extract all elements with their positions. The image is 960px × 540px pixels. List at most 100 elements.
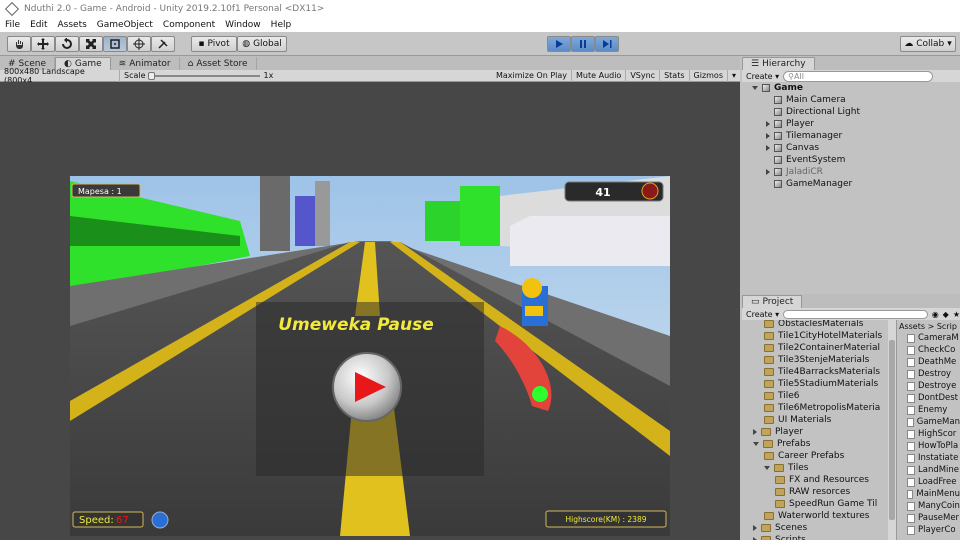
project-file-item[interactable]: PauseMer: [897, 512, 960, 524]
project-file-item[interactable]: DeathMe: [897, 356, 960, 368]
hierarchy-item-tilemanager[interactable]: Tilemanager: [766, 130, 842, 142]
project-folder-item[interactable]: Tile6MetropolisMateria: [764, 402, 880, 414]
hierarchy-item-player[interactable]: Player: [766, 118, 814, 130]
project-scrollbar[interactable]: [888, 320, 896, 540]
menu-edit[interactable]: Edit: [30, 20, 47, 30]
expand-arrow-icon[interactable]: [753, 525, 757, 531]
hierarchy-item-canvas[interactable]: Canvas: [766, 142, 819, 154]
project-folder-item[interactable]: Tiles: [764, 462, 808, 474]
project-file-item[interactable]: DontDest: [897, 392, 960, 404]
project-folder-item[interactable]: Prefabs: [753, 438, 810, 450]
project-search-input[interactable]: [783, 309, 928, 319]
menu-file[interactable]: File: [5, 20, 20, 30]
scale-slider-thumb[interactable]: [147, 71, 155, 80]
collab-button[interactable]: ☁ Collab ▾: [900, 36, 956, 52]
tab-asset-store[interactable]: ⌂ Asset Store: [180, 57, 257, 70]
tab-animator[interactable]: ≋ Animator: [111, 57, 180, 70]
project-folder-item[interactable]: Player: [753, 426, 803, 438]
pivot-toggle[interactable]: ▪ Pivot: [191, 36, 237, 52]
label-icon[interactable]: ◆: [943, 310, 949, 319]
project-folder-item[interactable]: Tile3StenjeMaterials: [764, 354, 869, 366]
folder-icon: [763, 440, 773, 448]
scale-tool-button[interactable]: [79, 36, 103, 52]
project-folder-item[interactable]: Waterworld textures: [764, 510, 869, 522]
project-folder-item[interactable]: FX and Resources: [775, 474, 869, 486]
project-file-item[interactable]: ManyCoin: [897, 500, 960, 512]
menu-gameobject[interactable]: GameObject: [97, 20, 153, 30]
gizmos-dropdown[interactable]: Gizmos: [690, 69, 728, 82]
project-file-item[interactable]: LoadFree: [897, 476, 960, 488]
scale-slider-track[interactable]: [147, 71, 260, 80]
scale-slider[interactable]: Scale 1x: [120, 70, 280, 82]
step-button[interactable]: [595, 36, 619, 52]
play-button[interactable]: [547, 36, 571, 52]
expand-arrow-icon[interactable]: [753, 442, 759, 446]
project-file-item[interactable]: Destroy: [897, 368, 960, 380]
boost-button[interactable]: [151, 511, 169, 529]
project-breadcrumb[interactable]: Assets > Scrip: [897, 320, 960, 332]
project-file-item[interactable]: PlayerCo: [897, 524, 960, 536]
project-folder-item[interactable]: Tile2ContainerMaterial: [764, 342, 880, 354]
project-folder-item[interactable]: UI Materials: [764, 414, 831, 426]
menu-component[interactable]: Component: [163, 20, 215, 30]
project-file-item[interactable]: MainMenu: [897, 488, 960, 500]
menu-window[interactable]: Window: [225, 20, 261, 30]
expand-arrow-icon[interactable]: [764, 466, 770, 470]
pause-button[interactable]: [571, 36, 595, 52]
hierarchy-search-input[interactable]: ⚲All: [783, 70, 934, 82]
hierarchy-item-jaladicr[interactable]: JaladiCR: [766, 166, 823, 178]
star-icon[interactable]: ★: [953, 310, 960, 319]
expand-arrow-icon[interactable]: [766, 145, 770, 151]
project-folder-item[interactable]: Scripts: [753, 534, 806, 540]
hierarchy-item-gamemanager[interactable]: GameManager: [774, 178, 852, 190]
filter-icon[interactable]: ◉: [932, 310, 939, 319]
project-file-item[interactable]: Enemy: [897, 404, 960, 416]
hierarchy-item-directional-light[interactable]: Directional Light: [774, 106, 860, 118]
hierarchy-item-eventsystem[interactable]: EventSystem: [774, 154, 845, 166]
rect-tool-button[interactable]: [103, 36, 127, 52]
global-toggle[interactable]: ◍ Global: [237, 36, 287, 52]
project-folder-item[interactable]: Tile4BarracksMaterials: [764, 366, 880, 378]
maximize-on-play-toggle[interactable]: Maximize On Play: [492, 69, 573, 82]
vsync-toggle[interactable]: VSync: [626, 69, 661, 82]
hierarchy-create-button[interactable]: Create ▾: [746, 72, 779, 81]
mute-audio-toggle[interactable]: Mute Audio: [572, 69, 627, 82]
expand-arrow-icon[interactable]: [752, 86, 758, 90]
hierarchy-item-main-camera[interactable]: Main Camera: [774, 94, 846, 106]
menu-help[interactable]: Help: [271, 20, 292, 30]
project-file-item[interactable]: Instatiate: [897, 452, 960, 464]
expand-arrow-icon[interactable]: [766, 121, 770, 127]
transform-tool-button[interactable]: [127, 36, 151, 52]
project-file-item[interactable]: Destroye: [897, 380, 960, 392]
project-folder-item[interactable]: Tile6: [764, 390, 800, 402]
move-tool-button[interactable]: [31, 36, 55, 52]
resolution-dropdown[interactable]: 800x480 Landscape (800x4: [0, 67, 120, 85]
project-folder-item[interactable]: ObstaclesMaterials: [764, 320, 863, 330]
hierarchy-root-game[interactable]: Game: [752, 82, 803, 94]
project-file-item[interactable]: HighScor: [897, 428, 960, 440]
project-scrollbar-thumb[interactable]: [889, 340, 895, 520]
rotate-tool-button[interactable]: [55, 36, 79, 52]
project-create-button[interactable]: Create ▾: [746, 310, 779, 319]
expand-arrow-icon[interactable]: [766, 169, 770, 175]
expand-arrow-icon[interactable]: [753, 429, 757, 435]
project-file-item[interactable]: CameraM: [897, 332, 960, 344]
project-folder-item[interactable]: Career Prefabs: [764, 450, 844, 462]
project-folder-item[interactable]: SpeedRun Game Til: [775, 498, 877, 510]
project-file-item[interactable]: CheckCo: [897, 344, 960, 356]
menu-assets[interactable]: Assets: [58, 20, 87, 30]
hand-tool-button[interactable]: [7, 36, 31, 52]
project-folder-item[interactable]: Tile1CityHotelMaterials: [764, 330, 882, 342]
project-folder-item[interactable]: Tile5StadiumMaterials: [764, 378, 878, 390]
stats-toggle[interactable]: Stats: [660, 69, 690, 82]
gizmos-chevron-icon[interactable]: ▾: [728, 70, 740, 82]
project-folder-item[interactable]: RAW resorces: [775, 486, 850, 498]
project-folder-item[interactable]: Scenes: [753, 522, 807, 534]
project-file-item[interactable]: GameMan: [897, 416, 960, 428]
custom-tool-button[interactable]: [151, 36, 175, 52]
project-file-item[interactable]: HowToPla: [897, 440, 960, 452]
tab-project[interactable]: ▭ Project: [742, 295, 803, 308]
expand-arrow-icon[interactable]: [766, 133, 770, 139]
project-file-item[interactable]: LandMine: [897, 464, 960, 476]
tab-hierarchy[interactable]: ☰ Hierarchy: [742, 57, 815, 70]
